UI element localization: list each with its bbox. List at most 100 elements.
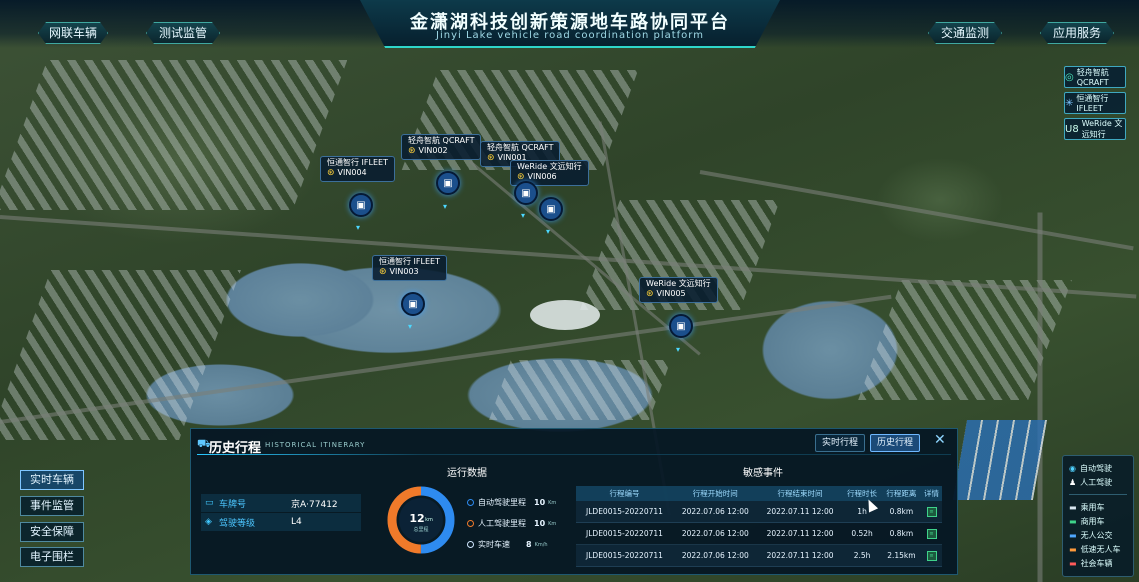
vehicle-callout[interactable]: 恒通智行 IFLEET ⊛ VIN003 <box>372 255 447 281</box>
table-row[interactable]: JLDE0015-20220711 2022.07.06 12:00 2022.… <box>576 522 942 545</box>
side-menu-realtime-vehicles[interactable]: 实时车辆 <box>20 470 84 490</box>
map-legend: ◉ 自动驾驶 ♟ 人工驾驶 ▬ 乘用车 ▬ 商用车 ▬ 无人公交 ▬ 低速无人车… <box>1062 455 1134 577</box>
vehicle-marker[interactable]: ▣ <box>539 197 563 221</box>
brand-label: 恒通智行 IFLEET <box>1076 94 1109 113</box>
brand-filter-qcraft[interactable]: ◎ 轻舟智航 QCRAFT <box>1064 66 1126 88</box>
vehicle-marker[interactable]: ▣ <box>401 292 425 316</box>
callout-vin: VIN005 <box>656 289 686 298</box>
stat-manual-mileage: 人工驾驶里程 10 Km <box>467 518 556 529</box>
legend-label: 人工驾驶 <box>1080 478 1113 487</box>
tab-realtime-trip[interactable]: 实时行程 <box>815 434 865 452</box>
vehicle-callout[interactable]: WeRide 文远知行 ⊛ VIN005 <box>639 277 718 303</box>
legend-label: 社会车辆 <box>1080 559 1113 568</box>
location-pin-icon: ▾ <box>408 322 413 331</box>
tab-test-supervision[interactable]: 测试监管 <box>146 22 220 44</box>
stat-auto-mileage: 自动驾驶里程 10 Km <box>467 497 556 508</box>
car-icon: ▣ <box>546 203 556 215</box>
legend-label: 商用车 <box>1080 517 1105 526</box>
vehicle-marker[interactable]: ▣ <box>669 314 693 338</box>
column-header: 行程距离 <box>881 486 922 501</box>
vehicle-marker[interactable]: ▣ <box>436 171 460 195</box>
car-icon: ▣ <box>356 199 366 211</box>
callout-vin: VIN003 <box>389 267 419 276</box>
plate-label: 车牌号 <box>219 499 247 510</box>
side-menu-geofence[interactable]: 电子围栏 <box>20 547 84 567</box>
car-icon: ▣ <box>676 320 686 332</box>
shield-icon: ◈ <box>205 517 212 527</box>
donut-label: 总里程 <box>413 526 428 533</box>
brand-filter-ifleet[interactable]: ✳ 恒通智行 IFLEET <box>1064 92 1126 114</box>
ifleet-logo-icon: ✳ <box>1065 97 1074 109</box>
column-header: 行程开始时间 <box>672 486 758 501</box>
car-icon: ▣ <box>443 177 453 189</box>
close-icon[interactable]: ✕ <box>934 432 946 448</box>
trip-start: 2022.07.06 12:00 <box>672 501 758 523</box>
location-pin-icon: ▾ <box>443 202 448 211</box>
donut-unit: km <box>425 517 433 523</box>
tab-application-services[interactable]: 应用服务 <box>1040 22 1114 44</box>
legend-item[interactable]: ▬ 无人公交 <box>1069 530 1113 541</box>
plate-value: 京A·77412 <box>291 499 338 510</box>
tab-history-trip[interactable]: 历史行程 <box>870 434 920 452</box>
weride-logo-icon: U8 <box>1065 123 1079 135</box>
column-header: 行程编号 <box>576 486 673 501</box>
stat-value: 10 <box>534 498 546 507</box>
legend-label: 自动驾驶 <box>1079 464 1112 473</box>
legend-divider <box>1069 494 1127 495</box>
callout-brand: 恒通智行 IFLEET <box>327 158 388 167</box>
location-pin-icon: ▾ <box>676 345 681 354</box>
steering-wheel-icon: ⊛ <box>646 289 654 299</box>
stat-realtime-speed: 实时车速 8 Km/h <box>467 539 548 550</box>
side-menu-event-supervision[interactable]: 事件监管 <box>20 496 84 516</box>
trip-id: JLDE0015-20220711 <box>576 501 673 523</box>
vehicle-callout[interactable]: 恒通智行 IFLEET ⊛ VIN004 <box>320 156 395 182</box>
autonomous-bus-icon: ▬ <box>1069 531 1077 540</box>
steering-wheel-icon: ⊛ <box>487 153 495 163</box>
vehicle-marker[interactable]: ▣ <box>349 193 373 217</box>
trip-duration: 2.5h <box>842 544 882 567</box>
legend-item[interactable]: ▬ 乘用车 <box>1069 502 1105 513</box>
vehicle-callout[interactable]: 轻舟智航 QCRAFT ⊛ VIN002 <box>401 134 482 160</box>
steering-wheel-icon: ⊛ <box>408 146 416 156</box>
brand-label: 轻舟智航 QCRAFT <box>1076 68 1109 87</box>
legend-item[interactable]: ◉ 自动驾驶 <box>1069 463 1112 474</box>
callout-brand: 恒通智行 IFLEET <box>379 257 440 266</box>
detail-icon[interactable]: ≡ <box>926 551 937 561</box>
legend-item[interactable]: ▬ 社会车辆 <box>1069 558 1113 569</box>
manual-pin-icon: ♟ <box>1069 478 1077 487</box>
vehicle-marker[interactable]: ▣ <box>514 181 538 205</box>
table-row[interactable]: JLDE0015-20220711 2022.07.06 12:00 2022.… <box>576 501 942 523</box>
trip-distance: 0.8km <box>881 522 922 545</box>
trip-id: JLDE0015-20220711 <box>576 522 673 545</box>
run-data-title: 运行数据 <box>447 468 487 479</box>
panel-divider <box>197 454 951 455</box>
legend-item[interactable]: ♟ 人工驾驶 <box>1069 477 1112 488</box>
stat-value: 8 <box>526 540 532 549</box>
table-row[interactable]: JLDE0015-20220711 2022.07.06 12:00 2022.… <box>576 544 942 567</box>
qcraft-logo-icon: ◎ <box>1065 71 1074 83</box>
side-menu-safety-assurance[interactable]: 安全保障 <box>20 522 84 542</box>
legend-item[interactable]: ▬ 低速无人车 <box>1069 544 1121 555</box>
plate-row: ▭ 车牌号 京A·77412 <box>201 494 361 512</box>
social-vehicle-icon: ▬ <box>1069 559 1077 568</box>
trip-end: 2022.07.11 12:00 <box>757 544 843 567</box>
road <box>1037 212 1043 582</box>
history-panel: ⛟ 历史行程 HISTORICAL ITINERARY 实时行程 历史行程 ✕ … <box>190 428 958 575</box>
callout-brand: WeRide 文远知行 <box>646 279 711 288</box>
events-table: 行程编号 行程开始时间 行程结束时间 行程时长 行程距离 详情 JLDE0015… <box>576 486 942 567</box>
brand-filter-weride[interactable]: U8 WeRide 文远知行 <box>1064 118 1126 140</box>
stat-label: 自动驾驶里程 <box>478 498 526 507</box>
tab-connected-vehicles[interactable]: 网联车辆 <box>38 22 108 44</box>
level-value: L4 <box>291 517 302 527</box>
detail-icon[interactable]: ≡ <box>926 529 937 539</box>
trip-distance: 2.15km <box>881 544 922 567</box>
legend-label: 无人公交 <box>1080 531 1113 540</box>
table-header-row: 行程编号 行程开始时间 行程结束时间 行程时长 行程距离 详情 <box>576 486 942 501</box>
tab-traffic-monitoring[interactable]: 交通监测 <box>928 22 1002 44</box>
trip-end: 2022.07.11 12:00 <box>757 522 843 545</box>
legend-item[interactable]: ▬ 商用车 <box>1069 516 1105 527</box>
building-area <box>0 60 348 210</box>
car-icon: ▣ <box>408 298 418 310</box>
donut-value: 12 <box>409 512 424 525</box>
detail-icon[interactable]: ≡ <box>926 507 937 517</box>
